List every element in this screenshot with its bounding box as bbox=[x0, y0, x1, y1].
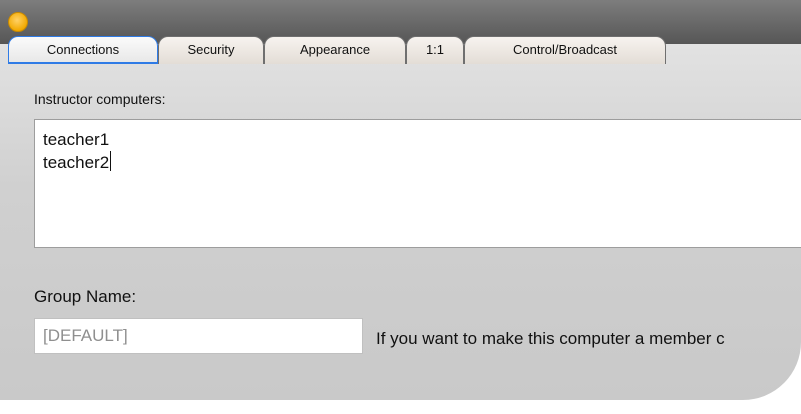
tab-one-to-one[interactable]: 1:1 bbox=[406, 36, 464, 64]
instructor-computers-label: Instructor computers: bbox=[34, 91, 166, 107]
tab-security[interactable]: Security bbox=[158, 36, 264, 64]
tab-control-broadcast[interactable]: Control/Broadcast bbox=[464, 36, 666, 64]
app-window: Connections Security Appearance 1:1 Cont… bbox=[0, 0, 801, 414]
instructor-line-1: teacher1 bbox=[43, 130, 110, 149]
close-button[interactable] bbox=[8, 12, 28, 32]
group-help-text: If you want to make this computer a memb… bbox=[376, 329, 725, 348]
instructor-computers-textarea[interactable]: teacher1 teacher2 bbox=[34, 119, 801, 248]
tab-bar: Connections Security Appearance 1:1 Cont… bbox=[0, 36, 801, 72]
group-name-input[interactable]: [DEFAULT] bbox=[34, 318, 363, 354]
settings-panel: Connections Security Appearance 1:1 Cont… bbox=[0, 36, 801, 400]
tab-connections[interactable]: Connections bbox=[8, 36, 158, 64]
tab-appearance[interactable]: Appearance bbox=[264, 36, 406, 64]
group-name-label: Group Name: bbox=[34, 287, 137, 306]
instructor-line-2: teacher2 bbox=[43, 151, 112, 172]
text-cursor bbox=[110, 151, 112, 171]
